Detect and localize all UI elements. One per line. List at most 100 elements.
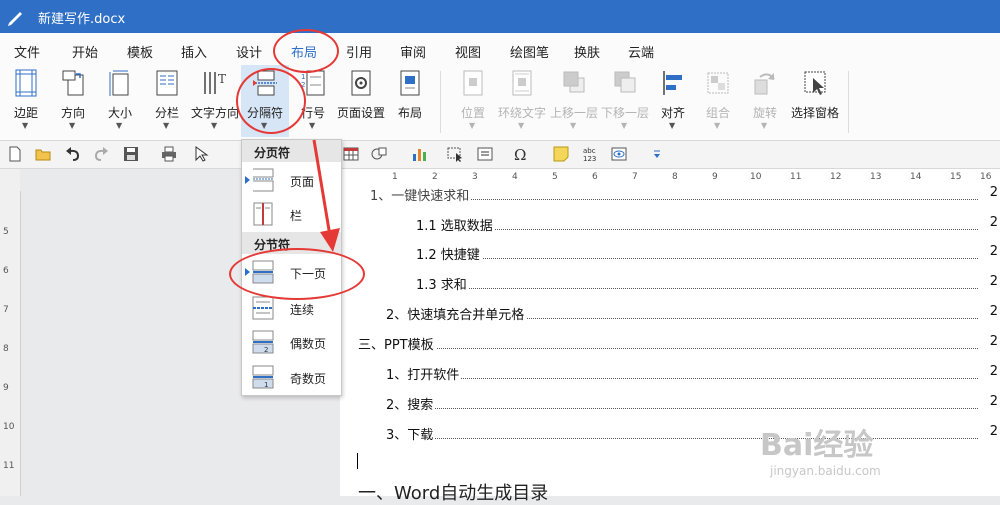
watermark-brand: Bai经验 xyxy=(760,428,874,463)
columns-button[interactable]: 分栏 ▼ xyxy=(147,65,187,137)
document-heading: 一、Word自动生成目录 xyxy=(358,483,549,504)
page-setup-gear-icon xyxy=(351,70,371,96)
rotate-button[interactable]: 旋转 ▼ xyxy=(747,65,783,137)
menu-home[interactable]: 开始 xyxy=(72,42,98,61)
symbol-omega-icon[interactable]: Ω xyxy=(512,145,530,163)
menu-cloud[interactable]: 云端 xyxy=(628,42,654,61)
orientation-button[interactable]: 方向 ▼ xyxy=(53,65,93,137)
position-icon xyxy=(463,70,483,96)
quick-toolbar: Ω abc 123 xyxy=(0,141,1000,169)
menu-view[interactable]: 视图 xyxy=(455,42,481,61)
customize-toolbar-icon[interactable] xyxy=(648,145,666,163)
menu-draw[interactable]: 绘图笔 xyxy=(510,42,549,61)
eye-view-icon[interactable] xyxy=(610,145,628,163)
wrap-text-icon xyxy=(512,70,532,96)
selection-pane-button[interactable]: 选择窗格 xyxy=(789,65,841,137)
toc-entry[interactable]: 1.3 求和 2 xyxy=(340,274,998,298)
bring-forward-button[interactable]: 上移一层 ▼ xyxy=(549,65,599,137)
new-document-icon[interactable] xyxy=(6,145,24,163)
margins-button[interactable]: 边距 ▼ xyxy=(6,65,46,137)
chevron-down-icon: ▼ xyxy=(621,121,628,130)
toc-entry[interactable]: 1.2 快捷键 2 xyxy=(340,244,998,268)
menu-insert[interactable]: 插入 xyxy=(181,42,207,61)
chevron-down-icon: ▼ xyxy=(69,121,76,130)
align-icon xyxy=(663,71,682,95)
group-icon xyxy=(707,72,729,94)
chevron-down-icon: ▼ xyxy=(669,121,676,130)
layout-icon xyxy=(400,70,420,96)
toc-entry[interactable]: 1、一键快速求和 2 xyxy=(340,185,998,209)
annotation-circle-breaks-button xyxy=(236,68,306,134)
page-break-page-icon xyxy=(253,168,274,192)
chevron-down-icon: ▼ xyxy=(116,121,123,130)
ruler-corner[interactable] xyxy=(0,169,20,191)
selection-pane-icon xyxy=(804,71,826,95)
chevron-down-icon: ▼ xyxy=(309,121,316,130)
chevron-down-icon: ▼ xyxy=(211,121,218,130)
svg-text:T: T xyxy=(218,72,226,86)
menu-review[interactable]: 审阅 xyxy=(400,42,426,61)
odd-page-item[interactable]: 1 奇数页 xyxy=(242,361,341,394)
layout-button[interactable]: 布局 xyxy=(392,65,428,137)
title-bar: 新建写作.docx xyxy=(0,0,1000,33)
separator xyxy=(440,71,441,133)
screenshot-icon[interactable] xyxy=(446,145,464,163)
window-title: 新建写作.docx xyxy=(38,12,126,27)
watermark-url: jingyan.baidu.com xyxy=(770,464,881,478)
size-button[interactable]: 大小 ▼ xyxy=(100,65,140,137)
text-box-icon[interactable] xyxy=(476,145,494,163)
menu-file[interactable]: 文件 xyxy=(14,42,40,61)
svg-text:123: 123 xyxy=(583,155,596,163)
toc-entry[interactable]: 3、下载 2 xyxy=(340,424,998,448)
active-marker-icon xyxy=(245,176,250,184)
page-setup-button[interactable]: 页面设置 xyxy=(334,65,388,137)
toc-entry[interactable]: 2、快速填充合并单元格 2 xyxy=(340,304,998,328)
column-break-icon xyxy=(253,202,273,226)
svg-text:2: 2 xyxy=(264,346,268,354)
even-page-item[interactable]: 2 偶数页 xyxy=(242,326,341,359)
save-icon[interactable] xyxy=(122,145,140,163)
sticky-note-icon[interactable] xyxy=(552,145,570,163)
menu-references[interactable]: 引用 xyxy=(346,42,372,61)
watermark: Bai经验 jingyan.baidu.com xyxy=(760,420,881,478)
menu-skin[interactable]: 换肤 xyxy=(574,42,600,61)
pointer-icon[interactable] xyxy=(192,145,210,163)
annotation-circle-layout-tab xyxy=(273,29,339,73)
spell-check-icon[interactable]: abc123 xyxy=(582,145,600,163)
chart-icon[interactable] xyxy=(410,145,428,163)
open-folder-icon[interactable] xyxy=(34,145,52,163)
chevron-down-icon: ▼ xyxy=(163,121,170,130)
toc-entry[interactable]: 2、搜索 2 xyxy=(340,394,998,418)
separator xyxy=(848,71,849,133)
odd-page-icon: 1 xyxy=(252,365,274,389)
menu-design[interactable]: 设计 xyxy=(236,42,262,61)
undo-icon[interactable] xyxy=(64,145,82,163)
svg-text:abc: abc xyxy=(583,147,596,155)
toc-entry[interactable]: 三、PPT模板 2 xyxy=(340,334,998,358)
text-cursor xyxy=(357,453,358,469)
group-button[interactable]: 组合 ▼ xyxy=(700,65,736,137)
align-button[interactable]: 对齐 ▼ xyxy=(654,65,692,137)
toc-entry[interactable]: 1、打开软件 2 xyxy=(340,364,998,388)
ribbon: 边距 ▼ 方向 ▼ 大小 ▼ 分栏 ▼ T 文字方向 ▼ 分隔符 ▼ 12 行号 ▼ 页面设置… xyxy=(0,65,1000,141)
shapes-icon[interactable] xyxy=(370,145,388,163)
pen-icon xyxy=(8,12,22,26)
send-backward-button[interactable]: 下移一层 ▼ xyxy=(600,65,650,137)
menu-template[interactable]: 模板 xyxy=(127,42,153,61)
chevron-down-icon: ▼ xyxy=(714,121,721,130)
wrap-text-button[interactable]: 环绕文字 ▼ xyxy=(497,65,547,137)
svg-text:1: 1 xyxy=(264,381,268,389)
toc-entry[interactable]: 1.1 选取数据 2 xyxy=(340,215,998,239)
text-direction-button[interactable]: T 文字方向 ▼ xyxy=(190,65,240,137)
document-page[interactable]: 1、一键快速求和 2 1.1 选取数据 2 1.2 快捷键 2 1.3 求和 2 2、快… xyxy=(340,185,1000,504)
bring-forward-icon xyxy=(563,71,585,93)
svg-text:1: 1 xyxy=(301,73,305,81)
chevron-down-icon: ▼ xyxy=(570,121,577,130)
page-size-icon xyxy=(109,70,129,96)
svg-text:Ω: Ω xyxy=(514,146,526,163)
redo-icon[interactable] xyxy=(92,145,110,163)
position-button[interactable]: 位置 ▼ xyxy=(452,65,494,137)
send-backward-icon xyxy=(614,71,636,93)
rotate-icon xyxy=(754,73,775,95)
print-icon[interactable] xyxy=(160,145,178,163)
